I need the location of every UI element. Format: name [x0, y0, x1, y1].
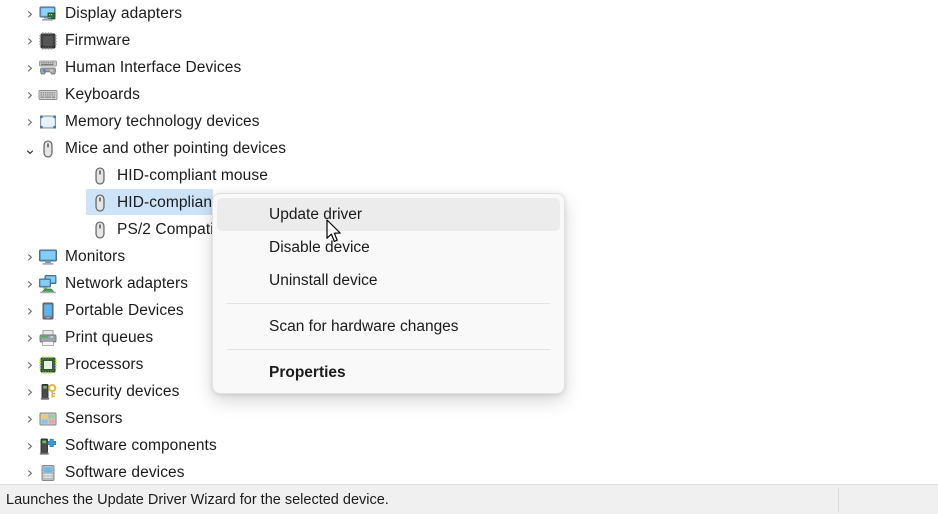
mouse-icon: [38, 139, 58, 159]
keyboard-icon: [38, 85, 58, 105]
tree-item-label: Security devices: [65, 382, 180, 400]
chevron-right-icon[interactable]: ›: [22, 113, 38, 130]
mouse-icon: [90, 166, 110, 186]
tree-item-label: HID-compliant mouse: [117, 166, 268, 184]
status-bar-text: Launches the Update Driver Wizard for th…: [6, 492, 389, 508]
menu-item-label: Properties: [269, 363, 346, 381]
monitor-icon: [38, 247, 58, 267]
tree-item[interactable]: › Keyboards: [0, 81, 938, 108]
status-bar: Launches the Update Driver Wizard for th…: [0, 484, 938, 514]
tree-item-label: Firmware: [65, 31, 131, 49]
human-interface-device-icon: [38, 58, 58, 78]
tree-item-label: Print queues: [65, 328, 154, 346]
chevron-right-icon[interactable]: ›: [22, 59, 38, 76]
tree-item[interactable]: › Memory technology devices: [0, 108, 938, 135]
tree-item-label: Human Interface Devices: [65, 58, 242, 76]
tree-item-label: Mice and other pointing devices: [65, 139, 287, 157]
chevron-right-icon[interactable]: ›: [22, 86, 38, 103]
software-device-icon: [38, 463, 58, 483]
tree-item[interactable]: HID-compliant mouse: [0, 162, 938, 189]
mouse-icon: [90, 220, 110, 240]
tree-item-label: Memory technology devices: [65, 112, 260, 130]
tree-item-label: Processors: [65, 355, 144, 373]
tree-item-label: Software components: [65, 436, 217, 454]
tree-item-label: Sensors: [65, 409, 123, 427]
security-device-icon: [38, 382, 58, 402]
processor-icon: [38, 355, 58, 375]
tree-item[interactable]: › Human Interface Devices: [0, 54, 938, 81]
software-component-icon: [38, 436, 58, 456]
chevron-right-icon[interactable]: ›: [22, 329, 38, 346]
network-adapter-icon: [38, 274, 58, 294]
status-bar-divider: [838, 488, 839, 512]
tree-item[interactable]: › Sensors: [0, 405, 938, 432]
menu-item-uninstall-device[interactable]: Uninstall device: [217, 264, 560, 297]
mouse-icon: [90, 193, 110, 213]
tree-item[interactable]: › Display adapters: [0, 0, 938, 27]
menu-separator: [227, 303, 550, 304]
tree-item-label: Keyboards: [65, 85, 141, 103]
tree-item[interactable]: › Software devices: [0, 459, 938, 484]
menu-item-label: Scan for hardware changes: [269, 317, 459, 335]
chevron-right-icon[interactable]: ›: [22, 5, 38, 22]
portable-device-icon: [38, 301, 58, 321]
display-adapter-icon: [38, 4, 58, 24]
tree-item-label: Software devices: [65, 463, 185, 481]
tree-item[interactable]: › Software components: [0, 432, 938, 459]
chevron-right-icon[interactable]: ›: [22, 356, 38, 373]
chevron-right-icon[interactable]: ›: [22, 32, 38, 49]
menu-item-label: Disable device: [269, 238, 370, 256]
tree-item-label: Monitors: [65, 247, 126, 265]
tree-item-label: Display adapters: [65, 4, 183, 22]
chevron-right-icon[interactable]: ›: [22, 464, 38, 481]
menu-separator: [227, 349, 550, 350]
memory-technology-icon: [38, 112, 58, 132]
menu-item-label: Uninstall device: [269, 271, 378, 289]
chevron-right-icon[interactable]: ›: [22, 437, 38, 454]
chevron-right-icon[interactable]: ›: [22, 275, 38, 292]
menu-item-update-driver[interactable]: Update driver: [217, 198, 560, 231]
device-manager-window: › Display adapters › Firmware › Human Interfa…: [0, 0, 938, 514]
chevron-right-icon[interactable]: ›: [22, 302, 38, 319]
menu-item-label: Update driver: [269, 205, 363, 223]
chevron-right-icon[interactable]: ›: [22, 410, 38, 427]
firmware-chip-icon: [38, 31, 58, 51]
tree-item-label: Portable Devices: [65, 301, 184, 319]
device-context-menu[interactable]: Update driver Disable device Uninstall dev…: [212, 193, 565, 394]
menu-item-disable-device[interactable]: Disable device: [217, 231, 560, 264]
printer-icon: [38, 328, 58, 348]
tree-item[interactable]: ⌄ Mice and other pointing devices: [0, 135, 938, 162]
menu-item-properties[interactable]: Properties: [217, 356, 560, 389]
menu-item-scan-for-hardware-changes[interactable]: Scan for hardware changes: [217, 310, 560, 343]
chevron-down-icon[interactable]: ⌄: [22, 141, 38, 156]
tree-item[interactable]: › Firmware: [0, 27, 938, 54]
chevron-right-icon[interactable]: ›: [22, 248, 38, 265]
sensor-icon: [38, 409, 58, 429]
chevron-right-icon[interactable]: ›: [22, 383, 38, 400]
tree-item-label: Network adapters: [65, 274, 189, 292]
